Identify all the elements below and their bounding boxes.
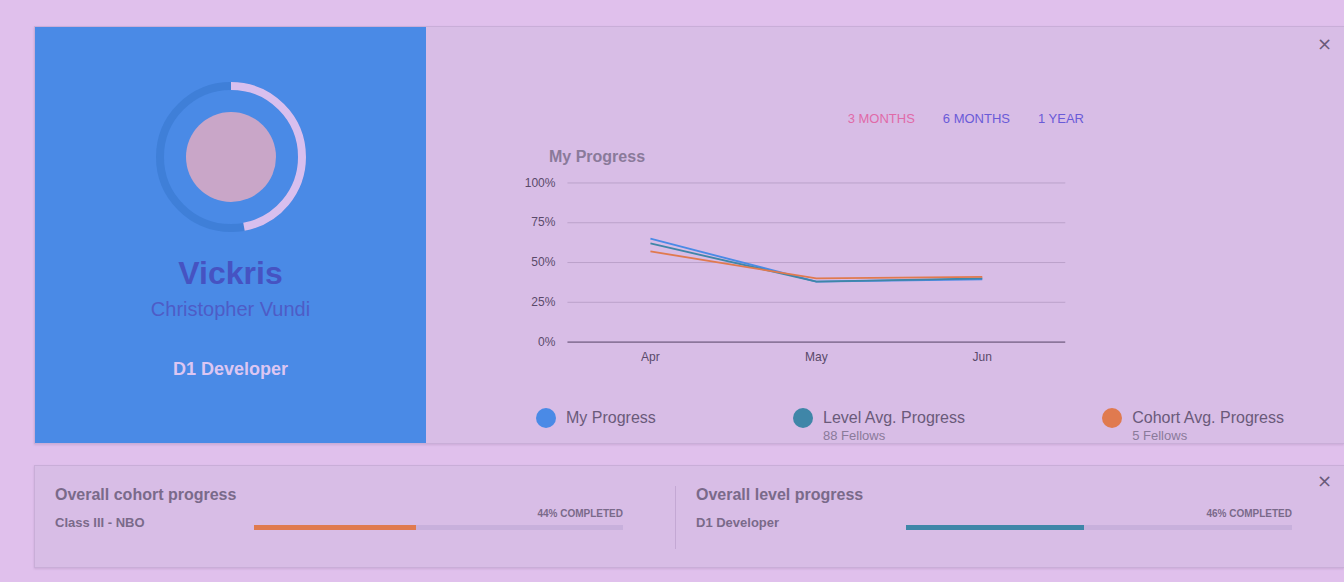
full-name: Christopher Vundi	[151, 298, 310, 321]
y-tick-label: 100%	[525, 176, 556, 190]
range-tab[interactable]: 3 MONTHS	[848, 111, 915, 126]
range-tab[interactable]: 1 YEAR	[1038, 111, 1084, 126]
series-line	[650, 251, 982, 278]
progress-chart: 100% 75% 50% 25% 0% Apr May Jun	[496, 170, 1096, 368]
legend-item: Cohort Avg. Progress5 Fellows	[1102, 408, 1284, 443]
y-tick-label: 75%	[531, 215, 555, 229]
summary-reading: 46% COMPLETED	[1206, 508, 1292, 519]
summary-title: Overall cohort progress	[55, 486, 623, 504]
series-line	[650, 243, 982, 281]
close-button[interactable]: ×	[1313, 33, 1336, 55]
chart-title: My Progress	[426, 148, 1344, 166]
avatar-ring	[155, 81, 307, 233]
summary-label: D1 Developer	[696, 515, 906, 530]
y-tick: 0%	[538, 335, 1065, 349]
y-tick-label: 50%	[531, 255, 555, 269]
progress-track	[906, 525, 1292, 530]
summary-section: Overall cohort progress Class III - NBO 44…	[35, 466, 675, 567]
summary-label: Class III - NBO	[55, 515, 254, 530]
grid-line	[567, 302, 1065, 303]
close-button[interactable]: ×	[1313, 470, 1336, 492]
y-tick: 75%	[531, 215, 1065, 229]
legend-label: Cohort Avg. Progress	[1132, 408, 1284, 428]
grid-line	[567, 262, 1065, 263]
grid-line	[567, 342, 1065, 343]
y-tick-label: 25%	[531, 295, 555, 309]
chart-legend: My Progress Level Avg. Progress88 Fellows…	[426, 368, 1344, 443]
summary-title: Overall level progress	[696, 486, 1292, 504]
legend-dot	[793, 408, 813, 428]
legend-label: Level Avg. Progress	[823, 408, 965, 428]
legend-dot	[536, 408, 556, 428]
summary-reading: 44% COMPLETED	[537, 508, 623, 519]
legend-item: Level Avg. Progress88 Fellows	[793, 408, 965, 443]
progress-card: Vickris Christopher Vundi D1 Developer 3 MO…	[34, 26, 1344, 444]
y-tick: 50%	[531, 255, 1065, 269]
ring-fill	[160, 86, 302, 228]
series-line	[650, 239, 982, 282]
summary-section: Overall level progress D1 Developer 46% CO…	[676, 466, 1344, 567]
nickname: Vickris	[178, 255, 282, 292]
x-label: Jun	[973, 350, 992, 364]
range-tab[interactable]: 6 MONTHS	[943, 111, 1010, 126]
range-tabs: 3 MONTHS 6 MONTHS 1 YEAR	[426, 111, 1344, 126]
level-label: D1 Developer	[173, 359, 288, 380]
y-tick-label: 0%	[538, 335, 556, 349]
legend-note: 5 Fellows	[1132, 428, 1284, 443]
progress-fill	[254, 525, 416, 530]
avatar-photo	[186, 112, 276, 202]
grid-line	[567, 222, 1065, 223]
page: Vickris Christopher Vundi D1 Developer 3 MO…	[0, 0, 1344, 568]
summary-card: Overall cohort progress Class III - NBO 44…	[34, 465, 1344, 568]
legend-item: My Progress	[536, 408, 656, 443]
progress-fill	[906, 525, 1084, 530]
x-label: Apr	[641, 350, 660, 364]
progress-track	[254, 525, 623, 530]
legend-note: 88 Fellows	[823, 428, 965, 443]
ring-track	[160, 86, 302, 228]
profile-panel: Vickris Christopher Vundi D1 Developer	[35, 27, 426, 443]
summary-divider	[675, 486, 676, 549]
x-label: May	[805, 350, 828, 364]
grid-line	[567, 182, 1065, 183]
y-tick: 25%	[531, 295, 1065, 309]
y-tick: 100%	[525, 176, 1066, 190]
legend-dot	[1102, 408, 1122, 428]
chart-panel: 3 MONTHS 6 MONTHS 1 YEAR My Progress 100% 75%…	[426, 27, 1344, 443]
legend-label: My Progress	[566, 408, 656, 428]
